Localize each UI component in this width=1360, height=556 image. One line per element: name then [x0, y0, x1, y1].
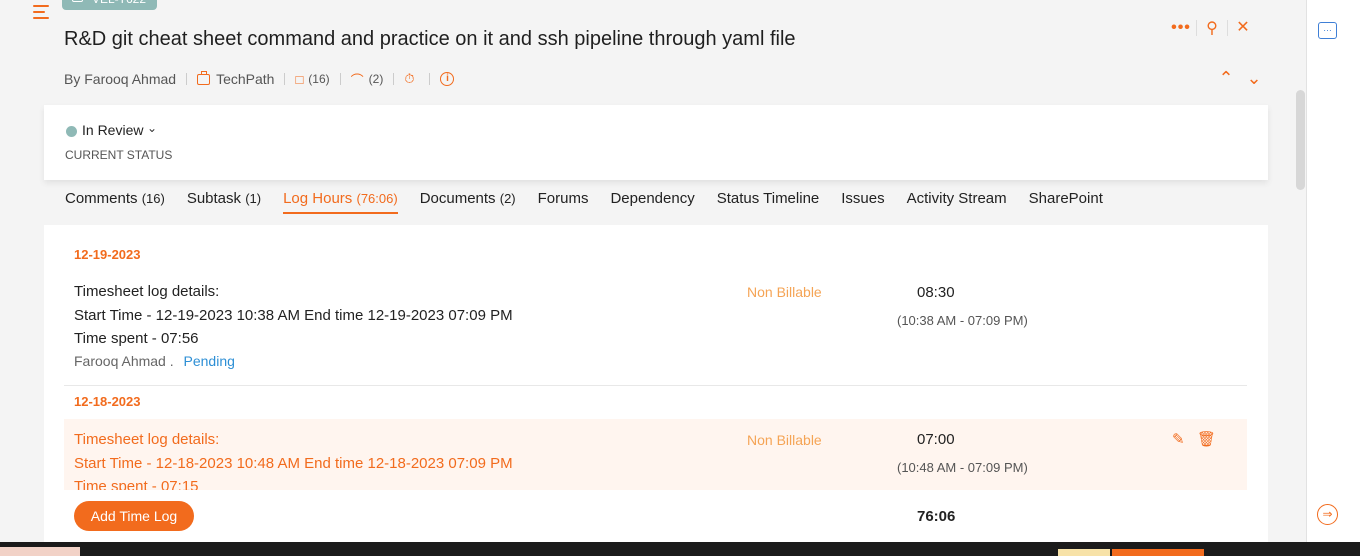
task-author: By Farooq Ahmad	[64, 71, 177, 87]
attachment-icon[interactable]: ⌒	[351, 70, 364, 89]
log-hours-panel: 12-19-2023 Timesheet log details: Start …	[44, 225, 1268, 556]
chevron-up-icon[interactable]: ⌃	[1212, 68, 1240, 89]
scrollbar-thumb[interactable]	[1296, 90, 1305, 190]
tab-activity-stream[interactable]: Activity Stream	[907, 190, 1007, 214]
delete-icon[interactable]: 🗑	[1197, 430, 1222, 448]
comments-count[interactable]: (16)	[308, 72, 329, 86]
task-id-badge: VEL-T622	[62, 0, 157, 10]
assign-user-icon[interactable]: ⚲	[1197, 18, 1227, 38]
right-rail	[1306, 0, 1360, 556]
tab-documents[interactable]: Documents (2)	[420, 190, 516, 214]
log-date: 12-19-2023	[74, 247, 141, 262]
log-time-spent: Time spent - 07:15	[74, 478, 199, 490]
billing-type: Non Billable	[747, 284, 822, 300]
task-tabs: Comments (16) Subtask (1) Log Hours (76:…	[65, 190, 1125, 214]
log-entry[interactable]: Timesheet log details: Start Time - 12-1…	[64, 419, 1247, 490]
close-icon[interactable]: ✕	[1228, 18, 1258, 38]
approval-status[interactable]: Pending	[184, 353, 235, 369]
meta-divider	[339, 73, 341, 85]
billing-type: Non Billable	[747, 432, 822, 448]
meta-divider	[429, 73, 431, 85]
status-dropdown[interactable]: In Review	[82, 122, 143, 138]
tab-status-timeline[interactable]: Status Timeline	[717, 190, 820, 214]
separator-dot: .	[169, 353, 174, 369]
log-details: Timesheet log details: Start Time - 12-1…	[74, 428, 513, 490]
comments-icon[interactable]: □	[295, 72, 303, 87]
taskbar-item[interactable]	[1058, 549, 1110, 556]
chat-icon[interactable]: …	[1318, 22, 1337, 39]
tab-dependency[interactable]: Dependency	[610, 190, 694, 214]
tab-forums[interactable]: Forums	[538, 190, 589, 214]
log-entry[interactable]: Timesheet log details: Start Time - 12-1…	[64, 280, 1247, 375]
task-navigation: ⌃ ⌄	[1212, 68, 1268, 89]
log-details: Timesheet log details: Start Time - 12-1…	[74, 280, 513, 351]
add-time-log-button[interactable]: Add Time Log	[74, 501, 194, 531]
task-meta-bar: By Farooq Ahmad TechPath □ (16) ⌒ (2) ⏱ …	[64, 70, 455, 89]
chevron-down-icon[interactable]: ⌄	[1240, 68, 1268, 89]
log-times: Start Time - 12-18-2023 10:48 AM End tim…	[74, 454, 513, 472]
tab-comments[interactable]: Comments (16)	[65, 190, 165, 214]
left-strip	[0, 0, 22, 556]
status-card: In Review ⌄ CURRENT STATUS	[44, 105, 1268, 180]
log-time-spent: Time spent - 07:56	[74, 330, 199, 347]
status-dot	[66, 126, 77, 137]
log-user-line: Farooq Ahmad . Pending	[74, 353, 235, 369]
meta-divider	[393, 73, 395, 85]
log-time-range: (10:38 AM - 07:09 PM)	[897, 313, 1028, 328]
log-entry-actions: ✎ 🗑	[1172, 430, 1222, 448]
tab-subtask[interactable]: Subtask (1)	[187, 190, 261, 214]
log-details-label: Timesheet log details:	[74, 283, 220, 300]
timer-icon[interactable]: ⏱	[404, 71, 414, 87]
taskbar-item[interactable]	[0, 547, 80, 556]
header-actions: ••• ⚲ ✕	[1166, 18, 1258, 38]
info-icon[interactable]: i	[440, 72, 455, 86]
project-icon	[197, 70, 211, 85]
tag-icon	[72, 0, 83, 2]
meta-divider	[284, 73, 286, 85]
log-time-range: (10:48 AM - 07:09 PM)	[897, 460, 1028, 475]
log-entries-list[interactable]: 12-19-2023 Timesheet log details: Start …	[64, 225, 1247, 490]
status-label: CURRENT STATUS	[65, 148, 173, 162]
log-date: 12-18-2023	[74, 394, 141, 409]
taskbar-item[interactable]	[1112, 549, 1204, 556]
tab-issues[interactable]: Issues	[841, 190, 884, 214]
log-times: Start Time - 12-19-2023 10:38 AM End tim…	[74, 306, 513, 324]
meta-divider	[186, 73, 188, 85]
log-hours-value: 08:30	[917, 284, 955, 301]
log-hours-value: 07:00	[917, 431, 955, 448]
entry-divider	[64, 385, 1247, 386]
tab-sharepoint[interactable]: SharePoint	[1029, 190, 1103, 214]
more-icon[interactable]: •••	[1166, 19, 1196, 37]
task-id-text: VEL-T622	[92, 0, 146, 6]
task-title: R&D git cheat sheet command and practice…	[64, 28, 796, 50]
exit-icon[interactable]: ⇒	[1317, 504, 1338, 525]
scrollbar-track[interactable]	[1295, 0, 1305, 556]
total-hours: 76:06	[917, 508, 956, 525]
hamburger-icon[interactable]	[33, 5, 51, 21]
log-user: Farooq Ahmad	[74, 353, 166, 369]
chevron-down-icon[interactable]: ⌄	[147, 121, 157, 135]
edit-icon[interactable]: ✎	[1172, 430, 1197, 448]
attachments-count[interactable]: (2)	[369, 72, 384, 86]
log-details-label: Timesheet log details:	[74, 431, 220, 448]
project-link[interactable]: TechPath	[216, 71, 274, 87]
tab-log-hours[interactable]: Log Hours (76:06)	[283, 190, 398, 214]
